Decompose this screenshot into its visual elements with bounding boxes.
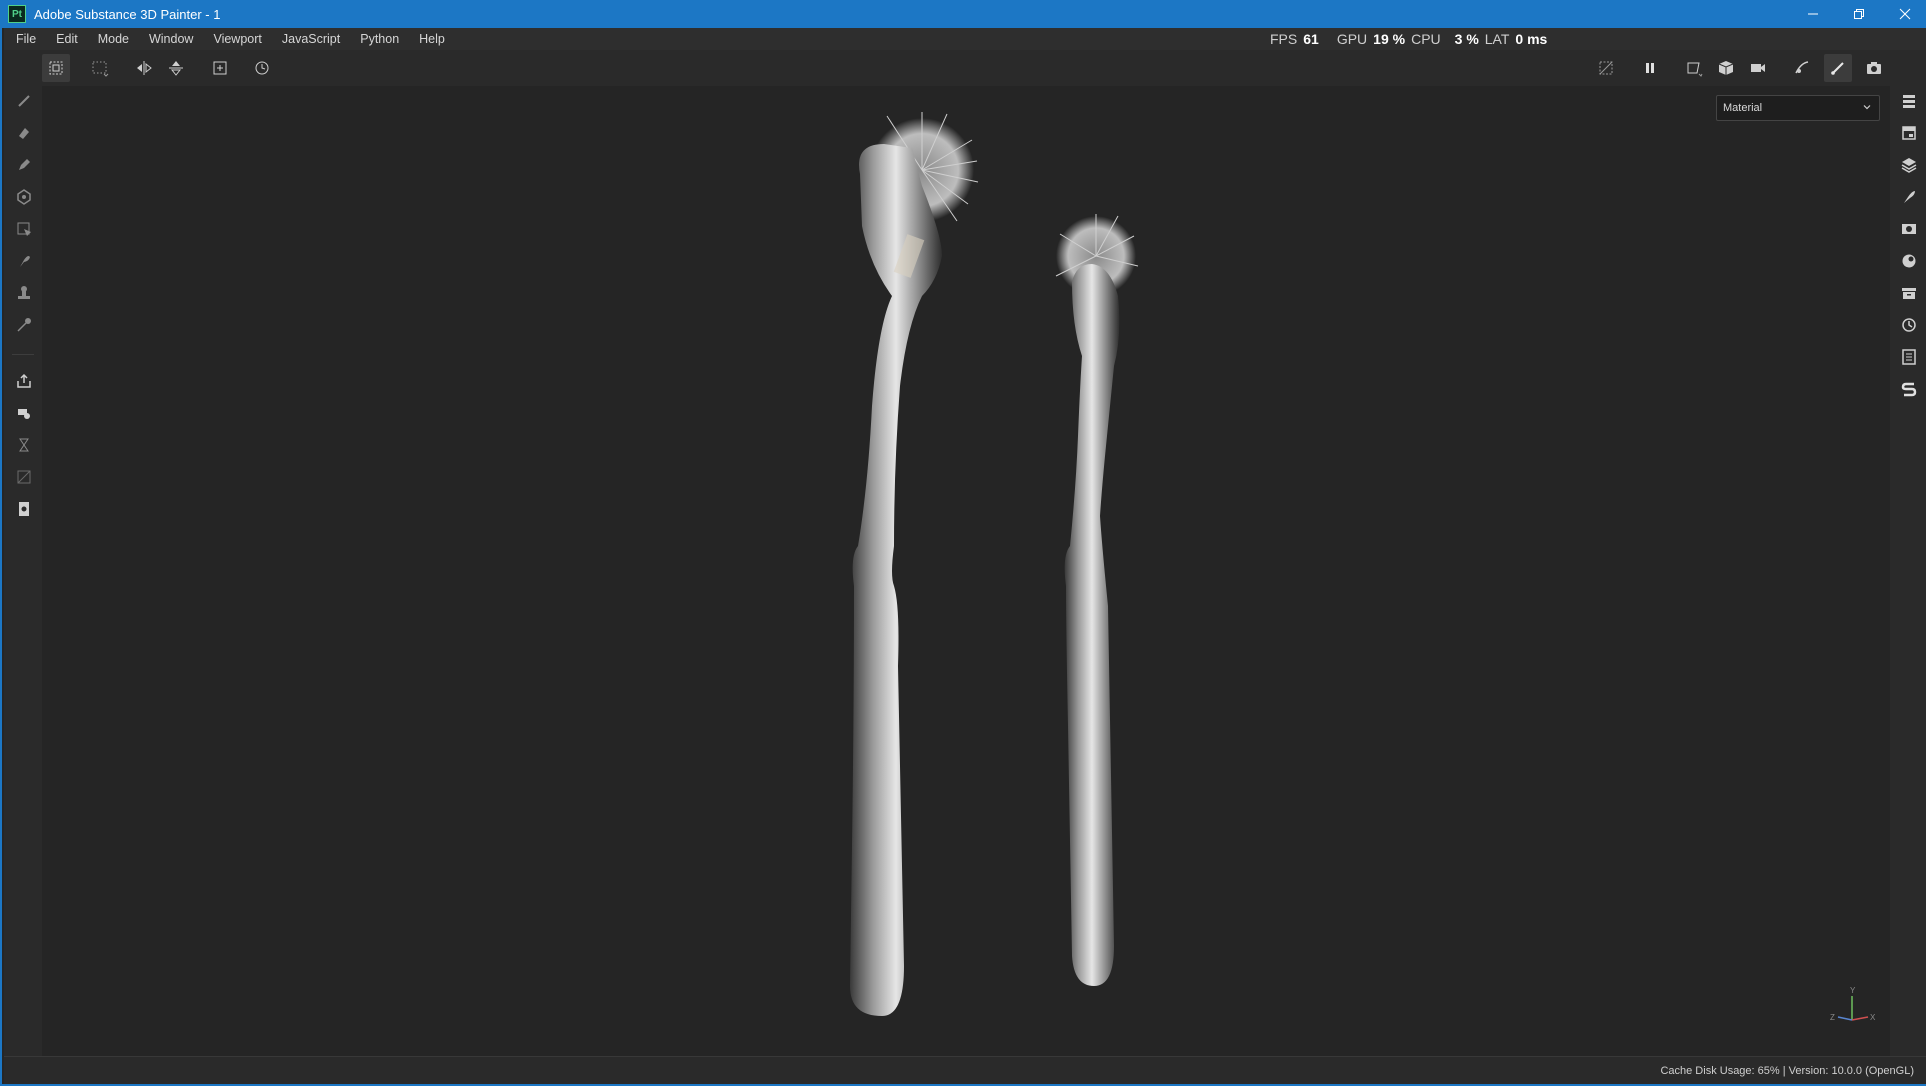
assets-icon[interactable]	[1898, 282, 1920, 304]
menu-window[interactable]: Window	[139, 32, 203, 46]
status-text: Cache Disk Usage: 65% | Version: 10.0.0 …	[1660, 1065, 1914, 1077]
log-icon[interactable]	[1898, 346, 1920, 368]
tool-separator	[12, 354, 34, 355]
mirror-x-icon[interactable]	[130, 54, 158, 82]
export-icon[interactable]	[13, 370, 35, 392]
chevron-down-icon	[1863, 105, 1871, 110]
reset-history-icon[interactable]	[248, 54, 276, 82]
selection-grid-icon[interactable]	[86, 54, 114, 82]
history-icon[interactable]	[13, 434, 35, 456]
transform-grid-icon[interactable]	[42, 54, 70, 82]
cpu-value: 3 %	[1454, 31, 1479, 47]
display-settings-icon[interactable]	[1898, 218, 1920, 240]
axis-gizmo: Y X Z	[1830, 986, 1876, 1022]
axis-z-label: Z	[1830, 1013, 1835, 1022]
cube-icon[interactable]	[1712, 54, 1740, 82]
eraser-icon[interactable]	[13, 122, 35, 144]
axis-x-label: X	[1870, 1013, 1876, 1022]
cpu-label: CPU	[1411, 31, 1441, 47]
add-frame-icon[interactable]	[206, 54, 234, 82]
menu-file[interactable]: File	[4, 32, 46, 46]
window-controls	[1790, 0, 1926, 28]
fps-label: FPS	[1270, 31, 1298, 47]
menu-viewport[interactable]: Viewport	[203, 32, 271, 46]
menu-edit[interactable]: Edit	[46, 32, 88, 46]
lat-label: LAT	[1484, 31, 1510, 47]
viewport-2d-icon[interactable]	[1680, 54, 1708, 82]
shader-icon[interactable]	[1898, 250, 1920, 272]
gpu-value: 19 %	[1373, 31, 1406, 47]
paint-icon[interactable]	[13, 90, 35, 112]
display-mode-select[interactable]: Material	[1716, 95, 1880, 121]
bake-icon[interactable]	[1788, 54, 1816, 82]
restore-icon[interactable]	[1836, 0, 1882, 28]
uv-icon[interactable]	[13, 466, 35, 488]
close-icon[interactable]	[1882, 0, 1926, 28]
axis-y-label: Y	[1850, 986, 1856, 995]
status-bar: Cache Disk Usage: 65% | Version: 10.0.0 …	[4, 1056, 1926, 1084]
substance-icon[interactable]	[1898, 378, 1920, 400]
hide-uv-icon[interactable]	[1592, 54, 1620, 82]
polygon-fill-icon[interactable]	[13, 218, 35, 240]
camera-icon[interactable]	[1744, 54, 1772, 82]
menu-python[interactable]: Python	[350, 32, 409, 46]
mirror-y-icon[interactable]	[162, 54, 190, 82]
geometry-fill-icon[interactable]	[13, 186, 35, 208]
window-title: Adobe Substance 3D Painter - 1	[34, 6, 221, 22]
app-logo-icon: Pt	[8, 5, 26, 23]
color-picker-icon[interactable]	[13, 314, 35, 336]
wartenberg-wheel-models	[850, 112, 1139, 1016]
history-panel-icon[interactable]	[1898, 314, 1920, 336]
menu-bar: File Edit Mode Window Viewport JavaScrip…	[4, 28, 1926, 50]
texture-set-icon[interactable]	[1898, 122, 1920, 144]
main-toolbar	[4, 50, 1926, 86]
small-pinwheel	[1055, 214, 1139, 986]
document-icon[interactable]	[13, 498, 35, 520]
minimize-icon[interactable]	[1790, 0, 1836, 28]
layer-stack-icon[interactable]	[1898, 154, 1920, 176]
projection-icon[interactable]	[13, 154, 35, 176]
large-pinwheel	[850, 112, 979, 1016]
layers-list-icon[interactable]	[1898, 90, 1920, 112]
properties-icon[interactable]	[1898, 186, 1920, 208]
right-panel-bar	[1890, 86, 1926, 1056]
lat-value: 0 ms	[1515, 31, 1548, 47]
3d-viewport[interactable]: Material Y X Z	[42, 86, 1890, 1056]
brush-icon[interactable]	[1824, 54, 1852, 82]
pause-icon[interactable]	[1636, 54, 1664, 82]
bake-mesh-icon[interactable]	[13, 402, 35, 424]
title-bar: Pt Adobe Substance 3D Painter - 1	[2, 0, 1926, 28]
menu-help[interactable]: Help	[409, 32, 455, 46]
menu-javascript[interactable]: JavaScript	[272, 32, 350, 46]
clone-icon[interactable]	[13, 282, 35, 304]
screenshot-icon[interactable]	[1860, 54, 1888, 82]
gpu-label: GPU	[1336, 31, 1368, 47]
performance-readout: FPS 61 GPU 19 % CPU 3 % LAT 0 ms	[1270, 28, 1547, 50]
menu-mode[interactable]: Mode	[88, 32, 139, 46]
display-mode-value: Material	[1723, 102, 1763, 114]
app-window: Pt Adobe Substance 3D Painter - 1 File E…	[0, 0, 1926, 1086]
smudge-icon[interactable]	[13, 250, 35, 272]
fps-value: 61	[1303, 31, 1319, 47]
left-toolbar	[4, 86, 42, 1056]
